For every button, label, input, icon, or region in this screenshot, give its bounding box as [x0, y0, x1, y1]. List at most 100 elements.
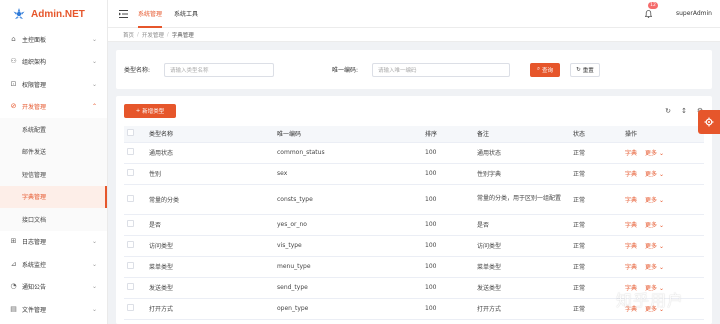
dict-link[interactable]: 字典 — [625, 197, 637, 204]
cell-type-name: 访问类型 — [146, 235, 274, 257]
sidebar-item-dashboard[interactable]: ⌂ 主控面板 ⌄ — [0, 28, 107, 51]
chevron-down-icon: ⌄ — [658, 243, 664, 250]
table-row: 菜单类型 menu_type 100 菜单类型 正常 字典 更多 ⌄ — [124, 256, 704, 278]
refresh-icon[interactable]: ↻ — [664, 107, 672, 115]
cell-code: consts_type — [274, 184, 422, 215]
select-all-cell[interactable] — [124, 126, 146, 143]
more-dropdown[interactable]: 更多 ⌄ — [645, 171, 664, 178]
breadcrumb-separator: / — [166, 31, 169, 38]
chevron-down-icon: ⌄ — [91, 238, 97, 246]
row-checkbox[interactable] — [127, 304, 134, 311]
cell-type-name: 性别 — [146, 163, 274, 185]
sidebar-subitem-dict[interactable]: 字典管理 — [0, 185, 107, 208]
more-dropdown[interactable]: 更多 ⌄ — [645, 243, 664, 250]
more-dropdown[interactable]: 更多 ⌄ — [645, 197, 664, 204]
cell-code: send_type — [274, 277, 422, 299]
dict-link[interactable]: 字典 — [625, 222, 637, 229]
dict-link[interactable]: 字典 — [625, 264, 637, 271]
logo[interactable]: Admin.NET — [0, 0, 107, 28]
org-icon: ⚇ — [10, 57, 17, 66]
sidebar-item-monitor[interactable]: ⊿ 系统监控 ⌄ — [0, 253, 107, 276]
cell-sort: 100 — [422, 184, 474, 215]
cell-status: 正常 — [570, 235, 622, 257]
cell-actions: 字典 更多 ⌄ — [622, 163, 704, 185]
col-status: 状态 — [570, 126, 622, 143]
sidebar-item-file[interactable]: ▤ 文件管理 ⌄ — [0, 298, 107, 321]
cell-type-name: 通用状态 — [146, 142, 274, 164]
sidebar-subitem-sms[interactable]: 短信管理 — [0, 163, 107, 186]
add-type-button[interactable]: + 新增类型 — [124, 104, 176, 118]
dict-link[interactable]: 字典 — [625, 243, 637, 250]
tab-system-tools[interactable]: 系统工具 — [174, 0, 198, 28]
tab-system-manage[interactable]: 系统管理 — [138, 0, 163, 28]
search-form: 类型名称: 请输入类型名称 唯一编码: 请输入唯一编码 ⌕ 查询 ↻ 重置 — [116, 50, 712, 89]
watermark: 知乎用户 — [616, 291, 685, 310]
row-checkbox[interactable] — [127, 241, 134, 248]
sidebar-item-log[interactable]: ⊞ 日志管理 ⌄ — [0, 231, 107, 254]
query-button[interactable]: ⌕ 查询 — [530, 62, 560, 77]
cell-actions: 字典 更多 ⌄ — [622, 142, 704, 164]
cell-sort: 100 — [422, 256, 474, 278]
col-type-name: 类型名称 — [146, 126, 274, 143]
reset-button-label: 重置 — [582, 67, 594, 74]
table-toolbar: + 新增类型 ↻ ↕ ⚙ — [116, 96, 712, 126]
cell-code: vis_type — [274, 235, 422, 257]
monitor-icon: ⊿ — [10, 259, 17, 268]
sidebar-item-permission[interactable]: ⊡ 权限管理 ⌄ — [0, 73, 107, 96]
more-dropdown[interactable]: 更多 ⌄ — [645, 264, 664, 271]
row-checkbox[interactable] — [127, 283, 134, 290]
breadcrumb-dev[interactable]: 开发管理 — [142, 31, 164, 39]
cell-remark: 发送类型 — [474, 277, 570, 299]
lock-icon: ⊡ — [10, 79, 17, 88]
menu-fold-icon[interactable] — [108, 0, 138, 28]
row-checkbox[interactable] — [127, 220, 134, 227]
row-checkbox[interactable] — [127, 169, 134, 176]
bell-icon[interactable]: 12 — [644, 1, 658, 19]
breadcrumb-home[interactable]: 首页 — [123, 31, 134, 39]
chevron-down-icon: ⌄ — [91, 35, 97, 43]
col-sort: 排序 — [422, 126, 474, 143]
more-dropdown[interactable]: 更多 ⌄ — [645, 150, 664, 157]
chevron-down-icon: ⌄ — [91, 305, 97, 313]
sidebar-item-label: 组织架构 — [22, 59, 47, 67]
code-input[interactable]: 请输入唯一编码 — [372, 62, 510, 77]
cell-type-name: 常量的分类 — [146, 184, 274, 215]
sidebar-subitem-email[interactable]: 邮件发送 — [0, 141, 107, 164]
dict-link[interactable]: 字典 — [625, 150, 637, 157]
row-checkbox[interactable] — [127, 194, 134, 202]
more-label: 更多 — [645, 264, 658, 271]
more-label: 更多 — [645, 196, 658, 204]
chevron-down-icon: ⌄ — [658, 222, 664, 229]
cell-actions: 字典 更多 ⌄ — [622, 256, 704, 278]
file-icon: ▤ — [10, 304, 17, 313]
column-height-icon[interactable]: ↕ — [680, 107, 688, 115]
app-title: Admin.NET — [31, 8, 85, 20]
query-button-label: 查询 — [542, 67, 554, 74]
sidebar-item-org[interactable]: ⚇ 组织架构 ⌄ — [0, 51, 107, 74]
row-checkbox[interactable] — [127, 262, 134, 269]
cell-remark: 性别字典 — [474, 163, 570, 185]
more-dropdown[interactable]: 更多 ⌄ — [645, 222, 664, 229]
table-header-row: 类型名称 唯一编码 排序 备注 状态 操作 — [124, 126, 704, 143]
settings-drawer-button[interactable] — [698, 110, 720, 134]
dict-link[interactable]: 字典 — [625, 171, 637, 178]
dev-icon: ⊘ — [10, 102, 17, 111]
cell-remark: 是否 — [474, 214, 570, 236]
checkbox[interactable] — [127, 129, 134, 137]
cell-actions: 字典 更多 ⌄ — [622, 184, 704, 215]
sidebar-item-notice[interactable]: ◔ 通知公告 ⌄ — [0, 276, 107, 299]
type-name-input[interactable]: 请输入类型名称 — [164, 62, 274, 77]
sidebar-subitem-api[interactable]: 接口文档 — [0, 208, 107, 231]
username[interactable]: superAdmin — [676, 10, 712, 17]
cell-code: open_type — [274, 298, 422, 320]
cell-status: 正常 — [570, 277, 622, 299]
cell-remark: 菜单类型 — [474, 256, 570, 278]
more-label: 更多 — [645, 150, 658, 157]
cell-status: 正常 — [570, 214, 622, 236]
reset-button[interactable]: ↻ 重置 — [570, 62, 600, 77]
cell-status: 正常 — [570, 256, 622, 278]
row-checkbox[interactable] — [127, 148, 134, 155]
sidebar-subitem-config[interactable]: 系统配置 — [0, 118, 107, 141]
cell-status: 正常 — [570, 184, 622, 215]
sidebar-item-dev[interactable]: ⊘ 开发管理 ⌃ — [0, 96, 107, 119]
